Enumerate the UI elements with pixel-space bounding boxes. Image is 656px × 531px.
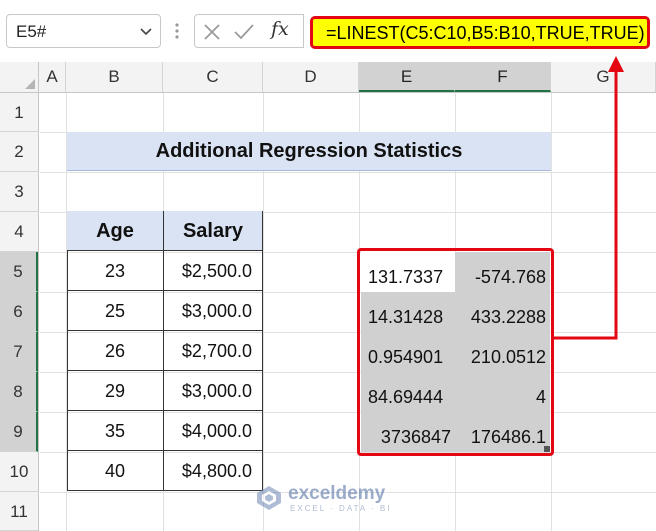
formula-text: =LINEST(C5:C10,B5:B10,TRUE,TRUE) — [326, 23, 645, 43]
watermark-name: exceldemy — [288, 483, 386, 504]
output-highlight-border — [357, 248, 554, 456]
row-header-7[interactable]: 7 — [0, 332, 38, 372]
column-header-a[interactable]: A — [39, 62, 66, 92]
exceldemy-watermark: exceldemy EXCEL · DATA · BI — [256, 482, 406, 516]
insert-function-icon[interactable]: fx — [271, 18, 289, 40]
column-header-d[interactable]: D — [263, 62, 359, 92]
row-header-8[interactable]: 8 — [0, 372, 38, 412]
column-header-g[interactable]: G — [551, 62, 656, 92]
row-header-6[interactable]: 6 — [0, 292, 38, 332]
spreadsheet-app: E5# fx =LINEST(C5:C10,B5:B10,TRUE,TRUE) — [0, 0, 656, 531]
row-header-5[interactable]: 5 — [0, 252, 38, 292]
column-header-f[interactable]: F — [455, 62, 551, 92]
row-header-1[interactable]: 1 — [0, 93, 38, 132]
salary-cell[interactable]: $2,500.0 — [164, 251, 263, 291]
column-header-e[interactable]: E — [359, 62, 455, 92]
row-header-4[interactable]: 4 — [0, 212, 38, 252]
sheet-title: Additional Regression Statistics — [155, 140, 463, 162]
salary-cell[interactable]: $4,000.0 — [164, 411, 263, 451]
title-banner[interactable]: Additional Regression Statistics — [67, 132, 551, 171]
age-cell[interactable]: 23 — [67, 251, 164, 291]
chevron-down-icon[interactable] — [138, 23, 154, 39]
select-all-triangle-icon — [25, 79, 35, 89]
row-header-2[interactable]: 2 — [0, 132, 38, 172]
formula-actions: fx — [194, 14, 304, 48]
row-header-9[interactable]: 9 — [0, 412, 38, 452]
row-header-10[interactable]: 10 — [0, 452, 38, 492]
data-table: Age Salary 23 $2,500.0 25 $3,000.0 26 $2… — [67, 211, 263, 491]
salary-cell[interactable]: $4,800.0 — [164, 451, 263, 491]
name-box-value: E5# — [16, 22, 47, 41]
column-headers: A B C D E F G — [0, 62, 656, 93]
row-header-11[interactable]: 11 — [0, 492, 38, 531]
drag-handle-icon[interactable] — [172, 20, 182, 42]
salary-cell[interactable]: $3,000.0 — [164, 371, 263, 411]
enter-check-icon[interactable] — [233, 23, 255, 41]
watermark-tagline: EXCEL · DATA · BI — [290, 504, 392, 513]
column-header-c[interactable]: C — [163, 62, 263, 92]
exceldemy-logo-icon — [257, 486, 281, 510]
gridline — [40, 172, 656, 173]
formula-input[interactable]: =LINEST(C5:C10,B5:B10,TRUE,TRUE) — [310, 16, 650, 49]
row-header-3[interactable]: 3 — [0, 172, 38, 212]
age-cell[interactable]: 29 — [67, 371, 164, 411]
header-age[interactable]: Age — [67, 211, 164, 251]
header-salary[interactable]: Salary — [164, 211, 263, 251]
salary-cell[interactable]: $3,000.0 — [164, 291, 263, 331]
select-all-button[interactable] — [0, 62, 39, 92]
age-cell[interactable]: 26 — [67, 331, 164, 371]
age-cell[interactable]: 25 — [67, 291, 164, 331]
cancel-icon[interactable] — [203, 23, 221, 41]
age-cell[interactable]: 40 — [67, 451, 164, 491]
age-cell[interactable]: 35 — [67, 411, 164, 451]
formula-bar: E5# fx =LINEST(C5:C10,B5:B10,TRUE,TRUE) — [0, 0, 656, 62]
column-header-b[interactable]: B — [66, 62, 163, 92]
salary-cell[interactable]: $2,700.0 — [164, 331, 263, 371]
name-box[interactable]: E5# — [6, 14, 161, 48]
row-headers: 1 2 3 4 5 6 7 8 9 10 11 — [0, 93, 39, 531]
fill-handle[interactable] — [544, 446, 550, 452]
